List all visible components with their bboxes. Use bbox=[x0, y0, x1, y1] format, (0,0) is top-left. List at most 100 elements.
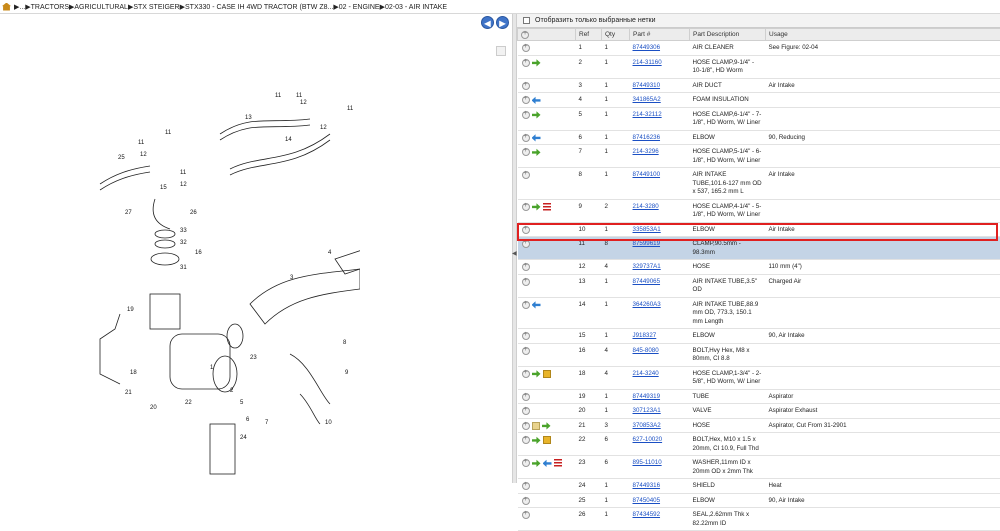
table-row[interactable]: 8187449100AIR INTAKE TUBE,101.6-127 mm O… bbox=[518, 168, 1000, 200]
arrow-blue-icon[interactable] bbox=[532, 301, 541, 309]
add-to-cart-icon[interactable] bbox=[522, 459, 530, 467]
add-to-cart-icon[interactable] bbox=[522, 347, 530, 355]
part-number-link[interactable]: 335853A1 bbox=[633, 226, 661, 233]
header-actions[interactable] bbox=[518, 29, 576, 41]
table-row[interactable]: 201307123A1VALVEAspirator Exhaust bbox=[518, 404, 1000, 419]
header-ref[interactable]: Ref bbox=[576, 29, 602, 41]
part-number-link[interactable]: 895-11010 bbox=[633, 459, 662, 466]
table-row[interactable]: 25187450405ELBOW90, Air Intake bbox=[518, 493, 1000, 508]
table-row[interactable]: 1187449306AIR CLEANERSee Figure: 02-04 bbox=[518, 41, 1000, 56]
table-row[interactable]: 164845-8080BOLT,Hvy Hex, M8 x 80mm, CI 8… bbox=[518, 343, 1000, 366]
part-number-link[interactable]: 341865A2 bbox=[633, 96, 661, 103]
arrow-green-icon[interactable] bbox=[532, 59, 541, 67]
show-selected-checkbox[interactable] bbox=[523, 17, 530, 24]
add-to-cart-icon[interactable] bbox=[522, 111, 530, 119]
add-to-cart-icon[interactable] bbox=[522, 82, 530, 90]
add-to-cart-icon[interactable] bbox=[522, 332, 530, 340]
table-row[interactable]: 51214-32112HOSE CLAMP,6-1/4" - 7-1/8", H… bbox=[518, 107, 1000, 130]
scroll-up-button[interactable] bbox=[496, 46, 506, 56]
table-row[interactable]: 41341865A2FOAM INSULATION bbox=[518, 93, 1000, 108]
add-to-cart-icon[interactable] bbox=[522, 422, 530, 430]
part-number-link[interactable]: 214-3280 bbox=[633, 203, 659, 210]
list-red-icon[interactable] bbox=[554, 459, 562, 467]
arrow-blue-icon[interactable] bbox=[532, 96, 541, 104]
add-to-cart-icon[interactable] bbox=[522, 511, 530, 519]
part-number-link[interactable]: 845-8080 bbox=[633, 347, 659, 354]
add-to-cart-icon[interactable] bbox=[522, 240, 530, 248]
table-row[interactable]: 6187416236ELBOW90, Reducing bbox=[518, 130, 1000, 145]
add-to-cart-icon[interactable] bbox=[522, 497, 530, 505]
note-icon[interactable] bbox=[532, 422, 540, 430]
part-number-link[interactable]: 627-10020 bbox=[633, 436, 663, 443]
table-row[interactable]: 11887599619CLAMP,90.5mm - 98.3mm bbox=[518, 237, 1000, 260]
part-number-link[interactable]: 307123A1 bbox=[633, 407, 661, 414]
breadcrumb-item[interactable]: STX330 - CASE IH 4WD TRACTOR (BTW Z8... bbox=[185, 4, 333, 11]
table-row[interactable]: 3187449310AIR DUCTAir Intake bbox=[518, 78, 1000, 93]
add-to-cart-icon[interactable] bbox=[522, 407, 530, 415]
table-row[interactable]: 101335853A1ELBOWAir Intake bbox=[518, 222, 1000, 237]
arrow-green-icon[interactable] bbox=[532, 111, 541, 119]
part-number-link[interactable]: 214-3240 bbox=[633, 370, 659, 377]
table-row[interactable]: 13187449065AIR INTAKE TUBE,3.5" ODCharge… bbox=[518, 274, 1000, 297]
arrow-green-icon[interactable] bbox=[532, 370, 541, 378]
part-number-link[interactable]: 87450405 bbox=[633, 497, 661, 504]
table-row[interactable]: 151J918327ELBOW90, Air Intake bbox=[518, 329, 1000, 344]
back-button[interactable]: ◀ bbox=[481, 16, 494, 29]
table-row[interactable]: 124329737A1HOSE110 mm (4") bbox=[518, 260, 1000, 275]
add-to-cart-icon[interactable] bbox=[522, 301, 530, 309]
arrow-green-icon[interactable] bbox=[532, 459, 541, 467]
part-number-link[interactable]: 214-31160 bbox=[633, 59, 662, 66]
table-row[interactable]: 24187449316SHIELDHeat bbox=[518, 479, 1000, 494]
part-number-link[interactable]: 87449100 bbox=[633, 171, 661, 178]
part-number-link[interactable]: 87434592 bbox=[633, 511, 661, 518]
header-part[interactable]: Part # bbox=[630, 29, 690, 41]
arrow-blue-icon[interactable] bbox=[543, 459, 552, 467]
add-to-cart-icon[interactable] bbox=[522, 203, 530, 211]
part-number-link[interactable]: 87449316 bbox=[633, 482, 661, 489]
table-row[interactable]: 184214-3240HOSE CLAMP,1-3/4" - 2-5/8", H… bbox=[518, 366, 1000, 389]
part-number-link[interactable]: 214-32112 bbox=[633, 111, 662, 118]
forward-button[interactable]: ▶ bbox=[496, 16, 509, 29]
part-number-link[interactable]: 87449319 bbox=[633, 393, 661, 400]
add-to-cart-icon[interactable] bbox=[522, 44, 530, 52]
table-row[interactable]: 26187434592SEAL,2.62mm Thk x 82.22mm ID bbox=[518, 508, 1000, 531]
add-to-cart-icon[interactable] bbox=[522, 226, 530, 234]
table-row[interactable]: 21214-31160HOSE CLAMP,9-1/4" - 10-1/8", … bbox=[518, 55, 1000, 78]
breadcrumb-item[interactable]: TRACTORS bbox=[31, 4, 69, 11]
part-number-link[interactable]: 87599619 bbox=[633, 240, 661, 247]
part-number-link[interactable]: 370853A2 bbox=[633, 422, 661, 429]
add-to-cart-icon[interactable] bbox=[522, 436, 530, 444]
add-to-cart-icon[interactable] bbox=[522, 148, 530, 156]
part-number-link[interactable]: J918327 bbox=[633, 332, 657, 339]
list-red-icon[interactable] bbox=[543, 203, 551, 211]
table-row[interactable]: 71214-3296HOSE CLAMP,5-1/4" - 6-1/8", HD… bbox=[518, 145, 1000, 168]
add-to-cart-icon[interactable] bbox=[522, 370, 530, 378]
home-icon[interactable] bbox=[2, 3, 11, 11]
part-number-link[interactable]: 87449306 bbox=[633, 44, 661, 51]
add-to-cart-icon[interactable] bbox=[522, 96, 530, 104]
header-desc[interactable]: Part Description bbox=[690, 29, 766, 41]
add-to-cart-icon[interactable] bbox=[522, 263, 530, 271]
add-all-icon[interactable] bbox=[521, 31, 529, 39]
table-row[interactable]: 19187449319TUBEAspirator bbox=[518, 389, 1000, 404]
part-number-link[interactable]: 87449310 bbox=[633, 82, 661, 89]
table-row[interactable]: 92214-3280HOSE CLAMP,4-1/4" - 5-1/8", HD… bbox=[518, 199, 1000, 222]
add-to-cart-icon[interactable] bbox=[522, 59, 530, 67]
collapse-arrow-icon[interactable]: ◀ bbox=[512, 250, 517, 257]
part-number-link[interactable]: 87449065 bbox=[633, 278, 661, 285]
arrow-green-icon[interactable] bbox=[542, 422, 551, 430]
add-to-cart-icon[interactable] bbox=[522, 482, 530, 490]
table-row[interactable]: 236895-11010WASHER,11mm ID x 20mm OD x 2… bbox=[518, 456, 1000, 479]
add-to-cart-icon[interactable] bbox=[522, 278, 530, 286]
arrow-blue-icon[interactable] bbox=[532, 134, 541, 142]
table-row[interactable]: 213370853A2HOSEAspirator, Cut From 31-29… bbox=[518, 418, 1000, 433]
part-number-link[interactable]: 364260A3 bbox=[633, 301, 661, 308]
box-yellow-icon[interactable] bbox=[543, 370, 551, 378]
breadcrumb-item[interactable]: STX STEIGER bbox=[133, 4, 179, 11]
breadcrumb-item[interactable]: 02 - ENGINE bbox=[339, 4, 380, 11]
part-number-link[interactable]: 214-3296 bbox=[633, 148, 659, 155]
table-row[interactable]: 226627-10020BOLT,Hex, M10 x 1.5 x 20mm, … bbox=[518, 433, 1000, 456]
add-to-cart-icon[interactable] bbox=[522, 393, 530, 401]
breadcrumb-item[interactable]: 02-03 - AIR INTAKE bbox=[385, 4, 447, 11]
arrow-green-icon[interactable] bbox=[532, 436, 541, 444]
